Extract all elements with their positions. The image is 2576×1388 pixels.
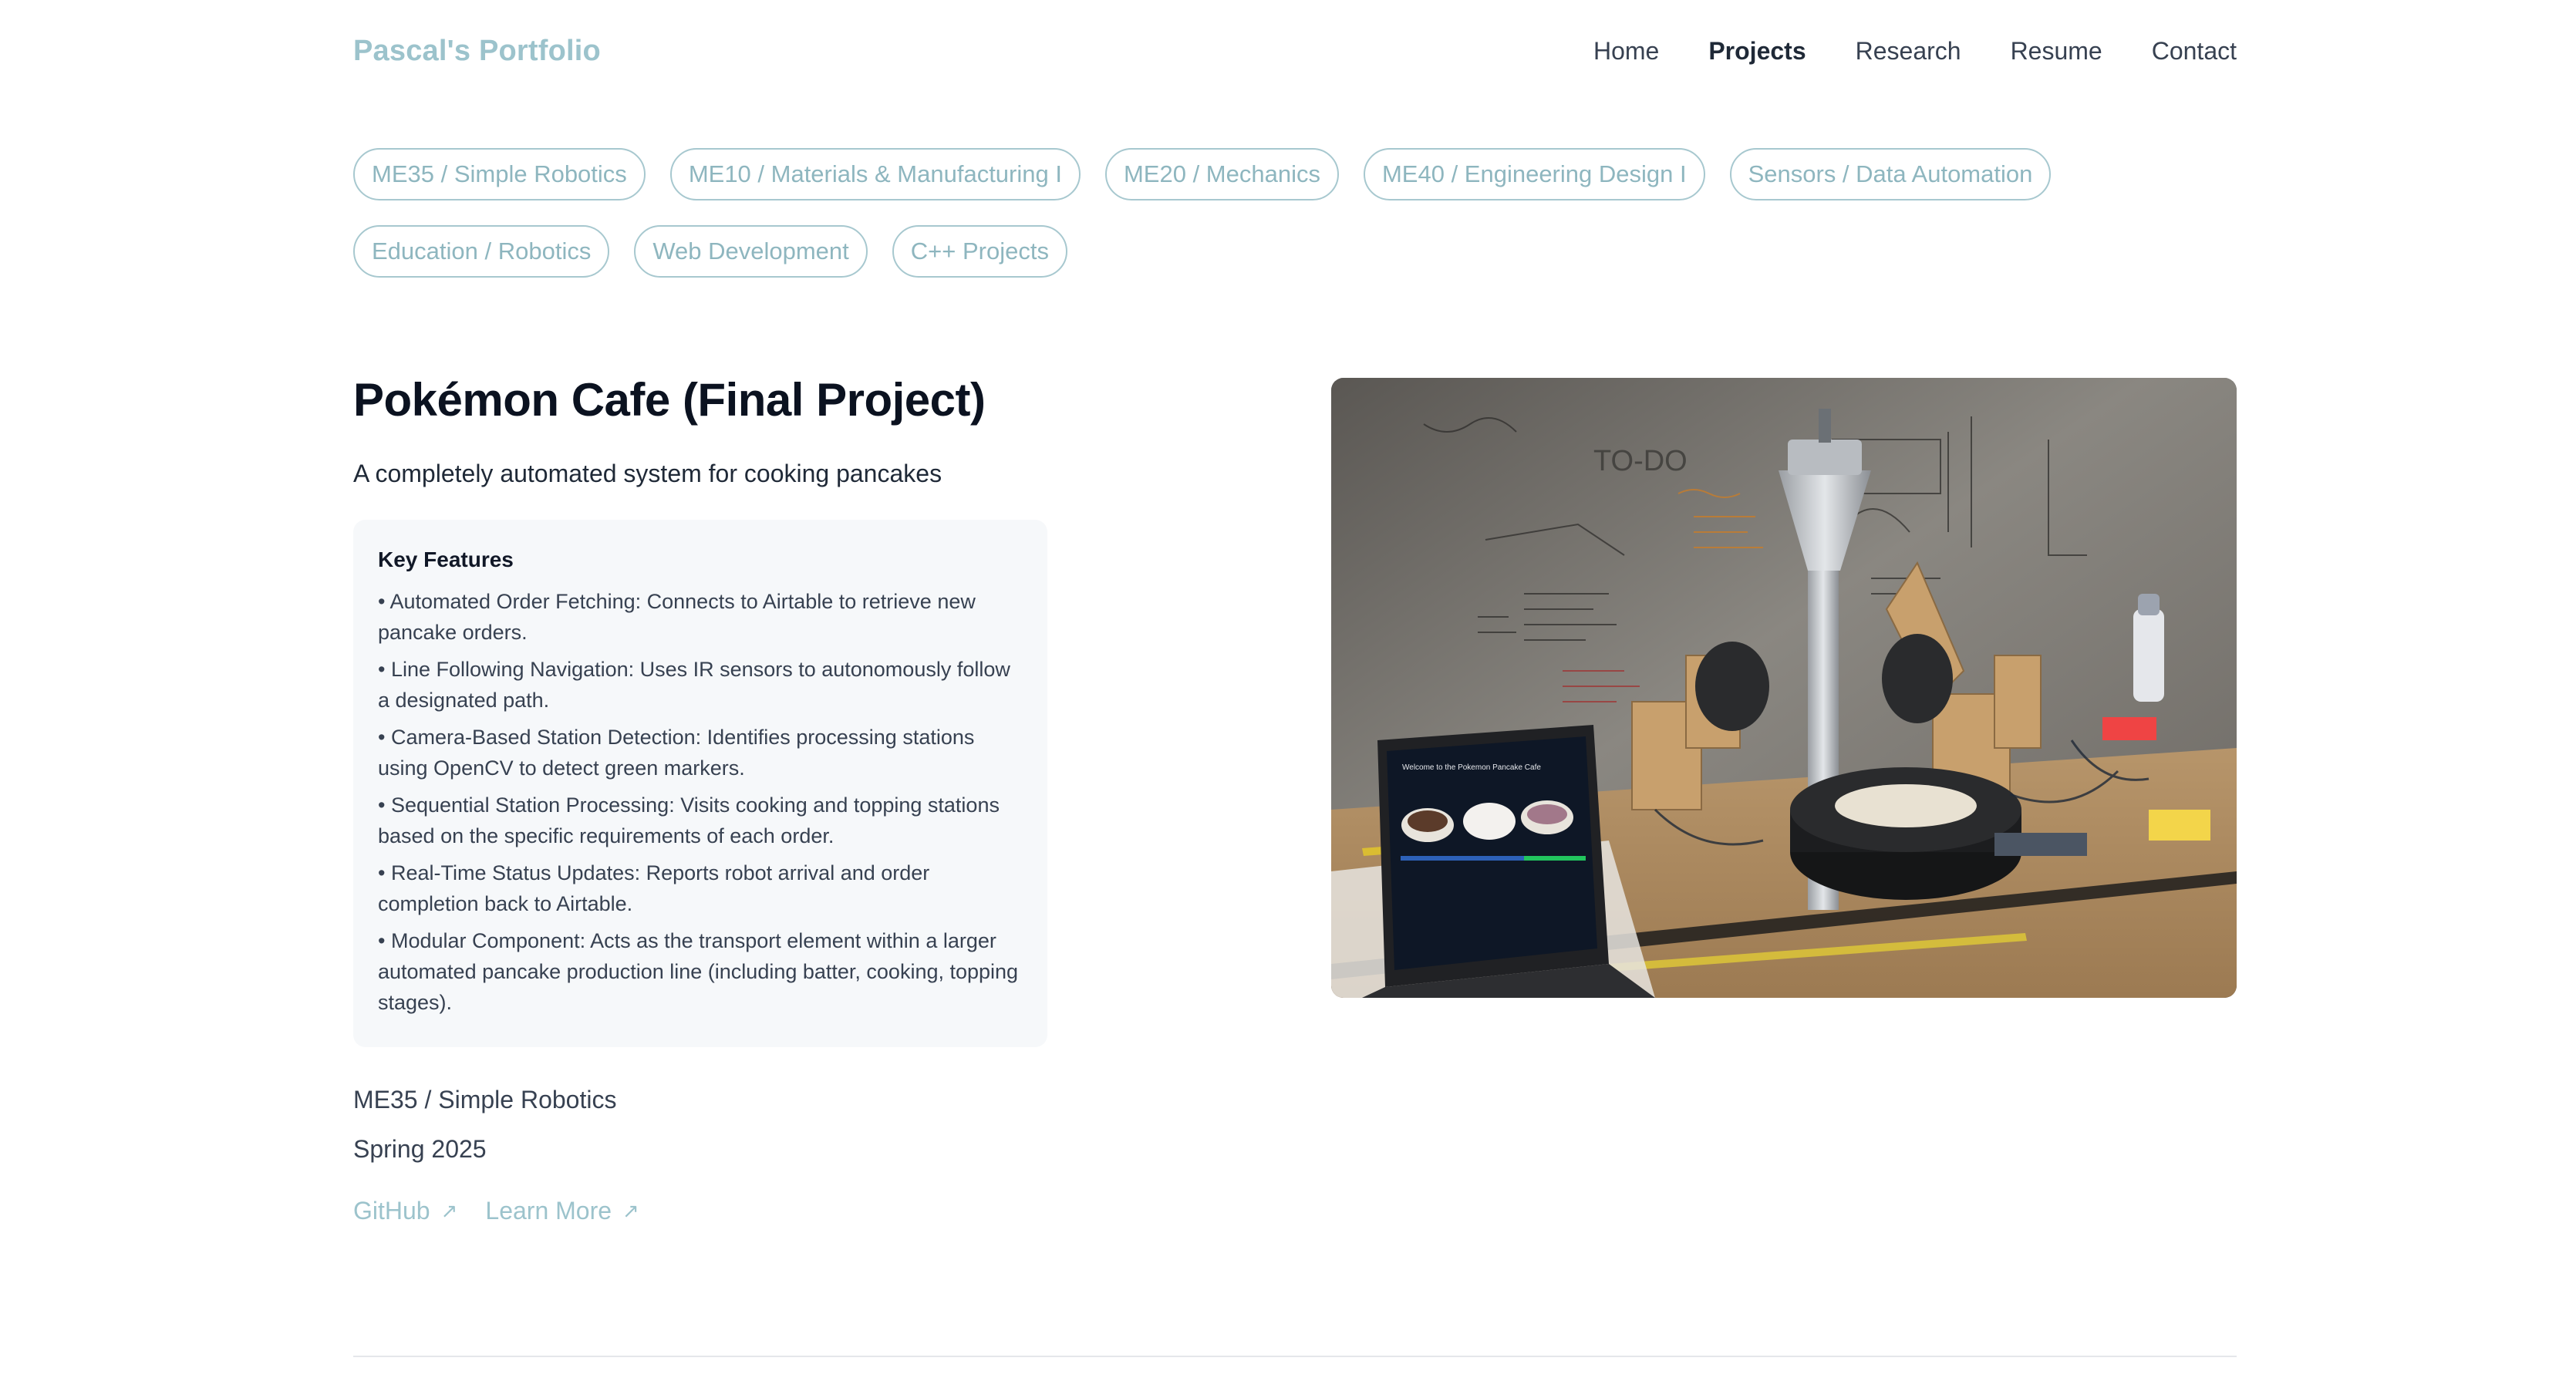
key-features-heading: Key Features bbox=[378, 547, 514, 571]
category-chip[interactable]: Web Development bbox=[634, 225, 868, 278]
category-chip[interactable]: ME35 / Simple Robotics bbox=[353, 148, 646, 200]
category-chip[interactable]: C++ Projects bbox=[892, 225, 1067, 278]
external-link-icon: ↗ bbox=[622, 1199, 639, 1222]
nav-home[interactable]: Home bbox=[1593, 37, 1659, 66]
nav-research[interactable]: Research bbox=[1856, 37, 1961, 66]
feature-item: Camera-Based Station Detection: Identifi… bbox=[378, 722, 1023, 783]
learn-more-link-label: Learn More bbox=[485, 1197, 612, 1225]
project-photo-illustration: TO-DO Welcome to the Pokemon Pancake Caf… bbox=[1331, 378, 2237, 998]
nav-resume[interactable]: Resume bbox=[2011, 37, 2102, 66]
feature-item: Sequential Station Processing: Visits co… bbox=[378, 790, 1023, 851]
category-chip[interactable]: ME40 / Engineering Design I bbox=[1363, 148, 1705, 200]
learn-more-link[interactable]: Learn More ↗ bbox=[485, 1197, 639, 1225]
key-features-panel: Key Features Automated Order Fetching: C… bbox=[353, 520, 1047, 1047]
github-link-label: GitHub bbox=[353, 1197, 430, 1225]
category-filters: ME35 / Simple Robotics ME10 / Materials … bbox=[353, 148, 2237, 278]
whiteboard-text: TO-DO bbox=[1593, 445, 1688, 477]
brand-logo[interactable]: Pascal's Portfolio bbox=[353, 35, 601, 68]
category-chip[interactable]: ME10 / Materials & Manufacturing I bbox=[669, 148, 1081, 200]
category-chip[interactable]: Education / Robotics bbox=[353, 225, 610, 278]
project-photo: TO-DO Welcome to the Pokemon Pancake Caf… bbox=[1331, 378, 2237, 998]
key-features-list: Automated Order Fetching: Connects to Ai… bbox=[378, 586, 1023, 1018]
project-subtitle: A completely automated system for cookin… bbox=[353, 460, 942, 487]
nav-projects[interactable]: Projects bbox=[1708, 37, 1806, 66]
project-links: GitHub ↗ Learn More ↗ bbox=[353, 1197, 639, 1225]
project-title: Pokémon Cafe (Final Project) bbox=[353, 374, 986, 426]
site-header: Pascal's Portfolio Home Projects Researc… bbox=[353, 28, 2237, 74]
feature-item: Line Following Navigation: Uses IR senso… bbox=[378, 654, 1023, 716]
section-divider bbox=[353, 1356, 2237, 1357]
feature-item: Real-Time Status Updates: Reports robot … bbox=[378, 857, 1023, 919]
page: Pascal's Portfolio Home Projects Researc… bbox=[0, 0, 2576, 1388]
github-link[interactable]: GitHub ↗ bbox=[353, 1197, 457, 1225]
nav-contact[interactable]: Contact bbox=[2152, 37, 2237, 66]
feature-item: Automated Order Fetching: Connects to Ai… bbox=[378, 586, 1023, 648]
external-link-icon: ↗ bbox=[440, 1199, 458, 1222]
laptop-screen-text: Welcome to the Pokemon Pancake Cafe bbox=[1402, 763, 1541, 772]
project-term: Spring 2025 bbox=[353, 1135, 487, 1163]
project-course: ME35 / Simple Robotics bbox=[353, 1086, 617, 1113]
category-chip[interactable]: Sensors / Data Automation bbox=[1729, 148, 2052, 200]
main-nav: Home Projects Research Resume Contact bbox=[1593, 37, 2237, 66]
category-chip[interactable]: ME20 / Mechanics bbox=[1104, 148, 1339, 200]
feature-item: Modular Component: Acts as the transport… bbox=[378, 925, 1023, 1018]
